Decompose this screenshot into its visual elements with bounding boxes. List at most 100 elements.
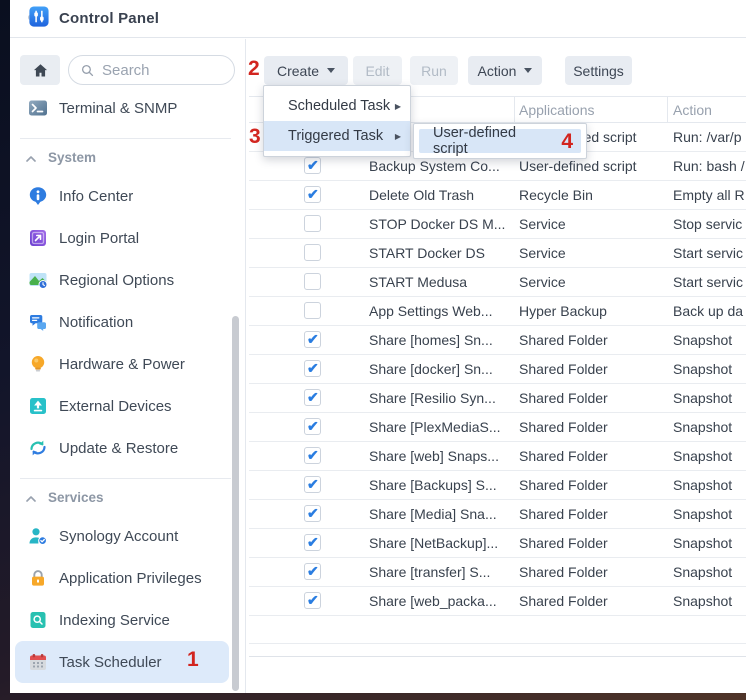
enabled-checkbox-checked[interactable] (304, 592, 321, 609)
update-restore-icon (28, 438, 48, 458)
sidebar-section-system[interactable]: System (10, 139, 245, 175)
task-name-cell: Share [homes] Sn... (369, 332, 515, 348)
titlebar[interactable]: Control Panel (10, 0, 746, 38)
action-cell: Back up da (673, 303, 746, 319)
sidebar-item-application-privileges[interactable]: Application Privileges (15, 557, 229, 599)
menu-item-scheduled-task[interactable]: Scheduled Task ▶ (264, 91, 410, 121)
enabled-checkbox-checked[interactable] (304, 186, 321, 203)
triggered-task-submenu: User-defined script 4 (413, 123, 587, 159)
applications-cell: Service (519, 245, 667, 261)
action-cell: Start servic (673, 245, 746, 261)
enabled-checkbox-checked[interactable] (304, 563, 321, 580)
task-name-cell: Share [docker] Sn... (369, 361, 515, 377)
column-header-applications[interactable]: Applications (519, 102, 595, 118)
hardware-power-icon (28, 354, 48, 374)
task-name-cell: Share [NetBackup]... (369, 535, 515, 551)
applications-cell: Recycle Bin (519, 187, 667, 203)
home-icon (32, 62, 49, 79)
table-row[interactable]: Share [Media] Sna...Shared FolderSnapsho… (249, 500, 746, 529)
enabled-checkbox-checked[interactable] (304, 476, 321, 493)
table-bottom-edge (249, 644, 746, 657)
table-row[interactable]: Share [NetBackup]...Shared FolderSnapsho… (249, 529, 746, 558)
table-row[interactable]: STOP Docker DS M...ServiceStop servic (249, 210, 746, 239)
enabled-checkbox-unchecked[interactable] (304, 273, 321, 290)
sidebar-item-label: Hardware & Power (59, 356, 185, 373)
action-cell: Snapshot (673, 535, 746, 551)
column-header-action[interactable]: Action (673, 102, 712, 118)
toolbar: Create Edit Run Action Settings (247, 56, 632, 85)
table-row[interactable]: START MedusaServiceStart servic (249, 268, 746, 297)
enabled-checkbox-checked[interactable] (304, 505, 321, 522)
table-row[interactable]: Share [Resilio Syn...Shared FolderSnapsh… (249, 384, 746, 413)
action-button[interactable]: Action (468, 56, 542, 85)
enabled-checkbox-unchecked[interactable] (304, 244, 321, 261)
sidebar-item-login-portal[interactable]: Login Portal (15, 217, 229, 259)
table-row[interactable]: Share [docker] Sn...Shared Folder Snapsho… (249, 355, 746, 384)
sidebar-item-label: Application Privileges (59, 570, 202, 587)
settings-button[interactable]: Settings (565, 56, 632, 85)
sidebar-item-update-restore[interactable]: Update & Restore (15, 427, 229, 469)
enabled-checkbox-checked[interactable] (304, 418, 321, 435)
menu-item-triggered-task[interactable]: Triggered Task ▶ (264, 121, 410, 151)
enabled-checkbox-checked[interactable] (304, 447, 321, 464)
task-table: Applications Action User-defined scriptR… (249, 96, 746, 657)
sidebar-item-label: Notification (59, 314, 133, 331)
sidebar-item-synology-account[interactable]: Synology Account (15, 515, 229, 557)
sidebar-item-label: Synology Account (59, 528, 178, 545)
run-button[interactable]: Run (410, 56, 458, 85)
edit-button[interactable]: Edit (353, 56, 402, 85)
task-name-cell: Share [web] Snaps... (369, 448, 515, 464)
task-name-cell: Delete Old Trash (369, 187, 515, 203)
sidebar-item-label: Login Portal (59, 230, 139, 247)
applications-cell: User-defined script (519, 158, 667, 174)
terminal-icon (28, 98, 48, 118)
task-table-body: User-defined scriptRun: /var/pBackup Sys… (249, 123, 746, 616)
table-row[interactable]: Share [transfer] S...Shared FolderSnapsh… (249, 558, 746, 587)
table-row[interactable]: Share [Backups] S...Shared FolderSnapsho… (249, 471, 746, 500)
menu-item-user-defined-script[interactable]: User-defined script 4 (419, 129, 581, 153)
submenu-arrow-icon: ▶ (395, 132, 401, 141)
sidebar-item-regional-options[interactable]: Regional Options (15, 259, 229, 301)
table-row[interactable]: Share [PlexMediaS...Shared FolderSnapsho… (249, 413, 746, 442)
action-cell: Snapshot (673, 419, 746, 435)
synology-account-icon (28, 526, 48, 546)
table-row[interactable]: App Settings Web...Hyper BackupBack up d… (249, 297, 746, 326)
applications-cell: Shared Folder (519, 448, 667, 464)
sidebar-item-hardware-power[interactable]: Hardware & Power (15, 343, 229, 385)
indexing-service-icon (28, 610, 48, 630)
sidebar-item-info-center[interactable]: Info Center (15, 175, 229, 217)
create-button[interactable]: Create (264, 56, 348, 85)
enabled-checkbox-checked[interactable] (304, 360, 321, 377)
table-row[interactable]: START Docker DSServiceStart servic (249, 239, 746, 268)
enabled-checkbox-checked[interactable] (304, 534, 321, 551)
applications-cell: Service (519, 274, 667, 290)
sidebar-item-terminal-snmp[interactable]: Terminal & SNMP (15, 87, 229, 129)
action-cell: Snapshot (673, 361, 746, 377)
table-row[interactable]: Delete Old TrashRecycle BinEmpty all R (249, 181, 746, 210)
caret-down-icon (327, 68, 335, 73)
sidebar-item-external-devices[interactable]: External Devices (15, 385, 229, 427)
task-name-cell: App Settings Web... (369, 303, 515, 319)
table-row[interactable]: Share [web_packa...Shared FolderSnapshot (249, 587, 746, 616)
enabled-checkbox-unchecked[interactable] (304, 215, 321, 232)
home-button[interactable] (20, 55, 60, 85)
table-row[interactable]: Share [homes] Sn...Shared FolderSnapshot (249, 326, 746, 355)
enabled-checkbox-checked[interactable] (304, 157, 321, 174)
sidebar-item-notification[interactable]: Notification (15, 301, 229, 343)
action-cell: Snapshot (673, 448, 746, 464)
sidebar-section-services[interactable]: Services (10, 479, 245, 515)
action-cell: Run: bash / (673, 158, 746, 174)
enabled-checkbox-unchecked[interactable] (304, 302, 321, 319)
external-devices-icon (28, 396, 48, 416)
enabled-checkbox-checked[interactable] (304, 331, 321, 348)
sidebar-item-label: Regional Options (59, 272, 174, 289)
table-row[interactable]: Share [web] Snaps...Shared Folder Snapsho… (249, 442, 746, 471)
applications-cell: Shared Folder (519, 564, 667, 580)
search-input[interactable]: Search (68, 55, 235, 85)
task-name-cell: Share [PlexMediaS... (369, 419, 515, 435)
sidebar-scrollbar[interactable] (232, 316, 239, 691)
applications-cell: Shared Folder (519, 361, 667, 377)
sidebar-item-indexing-service[interactable]: Indexing Service (15, 599, 229, 641)
enabled-checkbox-checked[interactable] (304, 389, 321, 406)
chevron-up-icon (26, 490, 36, 505)
